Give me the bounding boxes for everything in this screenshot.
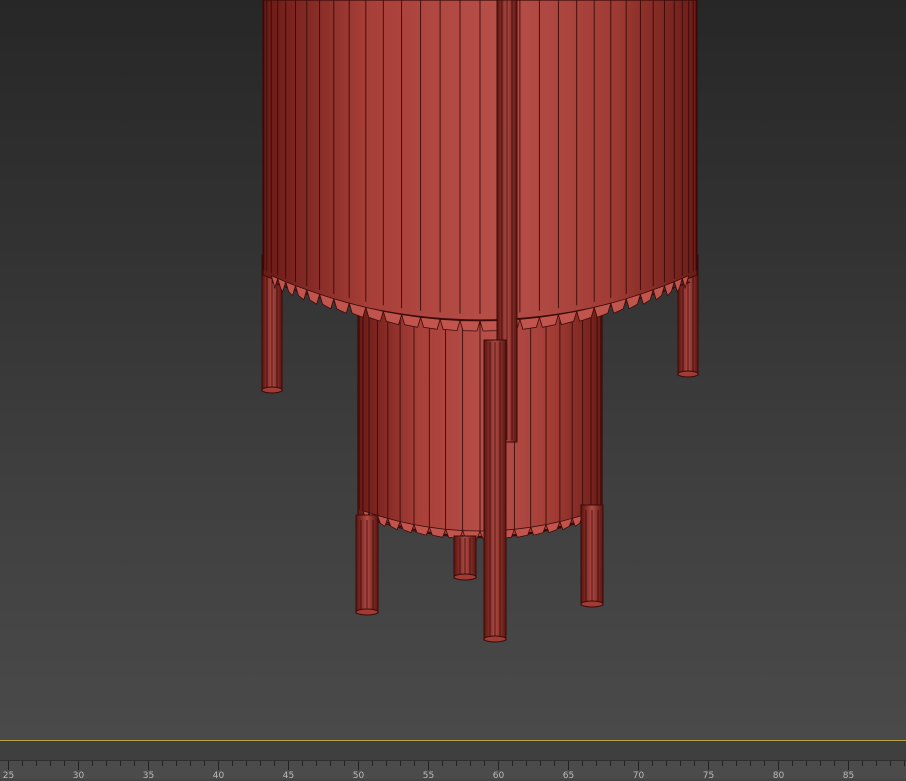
3d-model-wireframe[interactable]: [0, 0, 906, 740]
lower-leg-left[interactable]: [355, 514, 379, 616]
flute-bevel: [439, 318, 461, 332]
ruler-ticks: [8, 761, 905, 770]
upper-fluted-cylinder[interactable]: [262, 0, 698, 332]
lower-fluted-cylinder[interactable]: [357, 299, 603, 540]
flute-bevel: [459, 320, 481, 332]
timeline-track[interactable]: [0, 742, 906, 760]
flute-bevel: [428, 526, 447, 538]
flute-bevel: [420, 316, 441, 330]
center-rod-lower[interactable]: [483, 339, 507, 643]
lower-leg-short[interactable]: [453, 535, 477, 581]
flute-bevel: [513, 526, 532, 538]
frame-ruler[interactable]: 25 30 35 40 45 50 55 60 65 70 75 80 85: [0, 760, 906, 781]
lower-leg-right[interactable]: [580, 504, 604, 608]
flute-bevel: [519, 316, 540, 330]
perspective-viewport[interactable]: [0, 0, 906, 740]
timeline-bar[interactable]: 25 30 35 40 45 50 55 60 65 70 75 80 85: [0, 740, 906, 781]
